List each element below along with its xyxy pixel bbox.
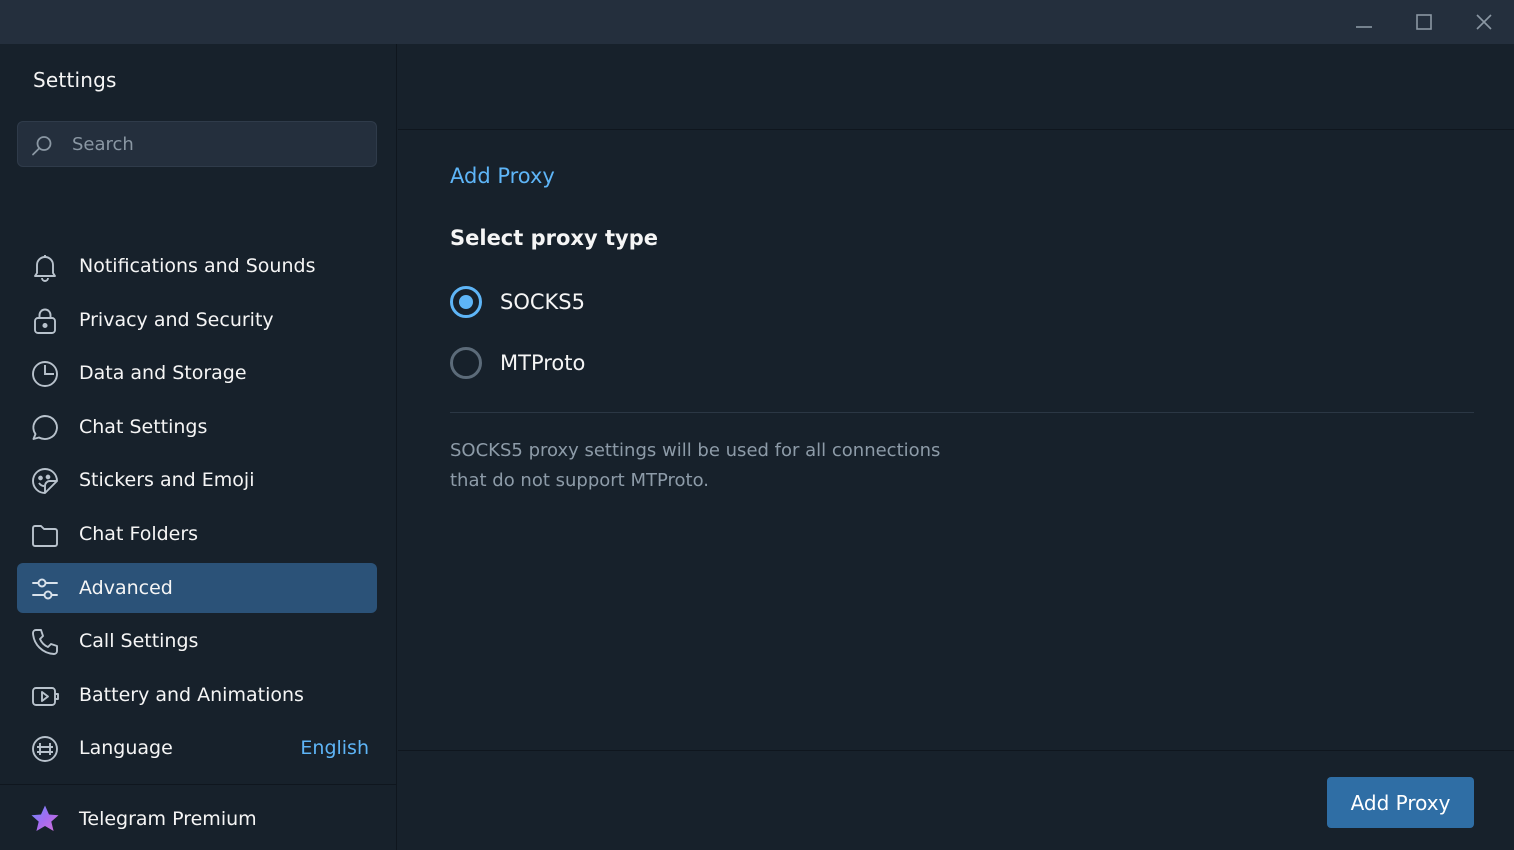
- close-icon: [1476, 14, 1492, 30]
- play-video-icon: [29, 680, 61, 712]
- sidebar-title: Settings: [33, 68, 117, 92]
- phone-icon: [29, 626, 61, 658]
- title-bar: [0, 0, 1514, 44]
- sidebar-item-label: Call Settings: [79, 630, 199, 653]
- folder-icon: [29, 519, 61, 551]
- proxy-panel: Add Proxy Select proxy type SOCKS5 MTPro…: [398, 44, 1514, 850]
- radio-button-checked[interactable]: [450, 286, 482, 318]
- content-divider: [450, 412, 1474, 413]
- radio-label: MTProto: [500, 351, 586, 375]
- add-proxy-button[interactable]: Add Proxy: [1327, 777, 1474, 828]
- radio-socks5[interactable]: SOCKS5: [450, 282, 850, 322]
- maximize-icon: [1416, 14, 1432, 30]
- section-title: Add Proxy: [450, 164, 555, 188]
- sidebar-item-data-storage[interactable]: Data and Storage: [17, 348, 377, 398]
- settings-sidebar: Settings Notifications and Sounds Privac…: [0, 44, 397, 850]
- sidebar-item-label: Chat Folders: [79, 522, 199, 545]
- star-icon: [29, 803, 61, 839]
- minimize-button[interactable]: [1334, 0, 1394, 44]
- sidebar-item-privacy[interactable]: Privacy and Security: [17, 295, 377, 345]
- radio-mtproto[interactable]: MTProto: [450, 343, 850, 383]
- search-input[interactable]: [72, 122, 362, 166]
- sidebar-item-call-settings[interactable]: Call Settings: [17, 616, 377, 666]
- search-icon: [32, 136, 52, 156]
- chat-bubble-icon: [29, 412, 61, 444]
- hint-line: SOCKS5 proxy settings will be used for a…: [450, 440, 941, 461]
- lock-icon: [29, 305, 61, 337]
- panel-header: [398, 44, 1514, 130]
- close-button[interactable]: [1454, 0, 1514, 44]
- hint-line: that do not support MTProto.: [450, 470, 710, 491]
- proxy-hint-text: SOCKS5 proxy settings will be used for a…: [450, 436, 970, 496]
- sidebar-item-chat-settings[interactable]: Chat Settings: [17, 402, 377, 452]
- sidebar-item-label: Data and Storage: [79, 362, 247, 385]
- premium-label: Telegram Premium: [79, 808, 257, 830]
- sidebar-item-telegram-premium[interactable]: Telegram Premium: [17, 794, 377, 844]
- sidebar-item-advanced[interactable]: Advanced: [17, 562, 377, 613]
- sidebar-item-chat-folders[interactable]: Chat Folders: [17, 509, 377, 559]
- sidebar-item-stickers[interactable]: Stickers and Emoji: [17, 455, 377, 505]
- search-box[interactable]: [17, 121, 377, 167]
- bell-icon: [29, 251, 61, 283]
- proxy-type-heading: Select proxy type: [450, 226, 658, 250]
- sidebar-item-battery-animations[interactable]: Battery and Animations: [17, 670, 377, 720]
- footer-divider: [398, 750, 1514, 751]
- sliders-icon: [29, 573, 61, 605]
- sidebar-item-language[interactable]: Language English: [17, 723, 377, 773]
- settings-menu: Notifications and Sounds Privacy and Sec…: [17, 241, 377, 777]
- language-value: English: [300, 737, 369, 760]
- sidebar-item-label: Privacy and Security: [79, 308, 274, 331]
- globe-icon: [29, 733, 61, 765]
- sidebar-item-label: Chat Settings: [79, 415, 208, 438]
- sidebar-item-label: Language: [79, 737, 173, 760]
- radio-label: SOCKS5: [500, 290, 585, 314]
- radio-button-unchecked[interactable]: [450, 347, 482, 379]
- sticker-icon: [29, 465, 61, 497]
- sidebar-item-label: Battery and Animations: [79, 683, 304, 706]
- sidebar-item-label: Advanced: [79, 576, 173, 599]
- sidebar-item-label: Stickers and Emoji: [79, 469, 255, 492]
- minimize-icon: [1356, 26, 1372, 28]
- sidebar-item-notifications[interactable]: Notifications and Sounds: [17, 241, 377, 291]
- maximize-button[interactable]: [1394, 0, 1454, 44]
- sidebar-item-label: Notifications and Sounds: [79, 255, 316, 277]
- pie-chart-icon: [29, 358, 61, 390]
- sidebar-divider: [0, 784, 397, 785]
